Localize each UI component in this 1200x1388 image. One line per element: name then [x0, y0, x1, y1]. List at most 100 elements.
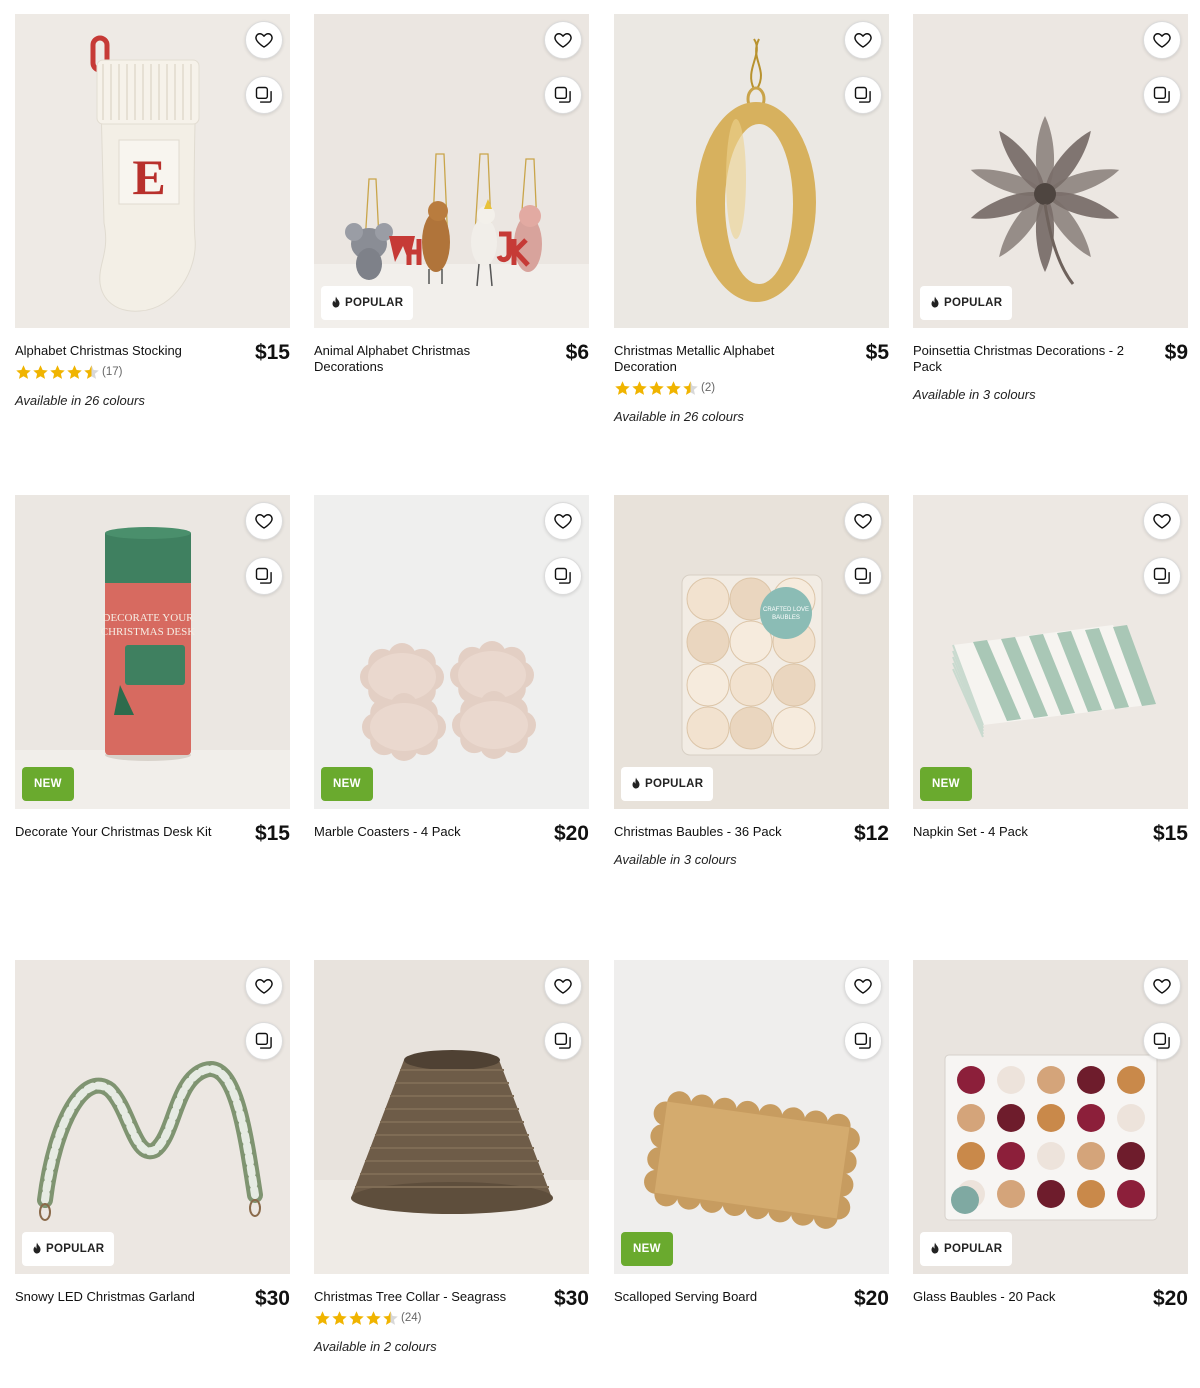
product-name[interactable]: Decorate Your Christmas Desk Kit: [15, 824, 235, 840]
new-badge: NEW: [22, 767, 74, 801]
heart-icon: [853, 511, 873, 531]
popular-badge: POPULAR: [920, 1232, 1013, 1266]
new-badge: NEW: [621, 1232, 673, 1266]
product-card[interactable]: CRAFTED LOVE BAUBLES POPULAR Christmas B…: [614, 495, 889, 867]
star-half-icon: [383, 1310, 398, 1325]
compare-icon: [1152, 85, 1172, 105]
wishlist-button[interactable]: [1143, 21, 1181, 59]
compare-icon: [1152, 1031, 1172, 1051]
product-image[interactable]: POPULAR: [913, 960, 1188, 1274]
product-image[interactable]: NEW: [314, 495, 589, 809]
product-image[interactable]: [314, 960, 589, 1274]
wishlist-button[interactable]: [844, 502, 882, 540]
product-name[interactable]: Scalloped Serving Board: [614, 1289, 834, 1305]
compare-button[interactable]: [245, 76, 283, 114]
product-card[interactable]: NEW Napkin Set - 4 Pack $15: [913, 495, 1188, 845]
product-info: Christmas Baubles - 36 Pack $12 Availabl…: [614, 809, 889, 867]
wishlist-button[interactable]: [245, 967, 283, 1005]
compare-button[interactable]: [245, 1022, 283, 1060]
star-icon: [632, 380, 647, 395]
star-icon: [615, 380, 630, 395]
product-image[interactable]: NEW: [913, 495, 1188, 809]
product-price: $20: [853, 1287, 889, 1310]
product-name[interactable]: Christmas Baubles - 36 Pack: [614, 824, 834, 840]
flame-icon: [631, 777, 641, 792]
product-card[interactable]: POPULAR Poinsettia Christmas Decorations…: [913, 14, 1188, 402]
heart-icon: [553, 30, 573, 50]
star-icon: [33, 364, 48, 379]
compare-button[interactable]: [844, 1022, 882, 1060]
popular-badge: POPULAR: [920, 286, 1013, 320]
product-name[interactable]: Christmas Tree Collar - Seagrass: [314, 1289, 534, 1305]
product-image[interactable]: POPULAR: [913, 14, 1188, 328]
svg-text:E: E: [132, 149, 165, 205]
product-name[interactable]: Napkin Set - 4 Pack: [913, 824, 1133, 840]
product-image[interactable]: NEW: [614, 960, 889, 1274]
compare-button[interactable]: [844, 557, 882, 595]
product-card[interactable]: POPULAR Snowy LED Christmas Garland $30: [15, 960, 290, 1310]
svg-text:CHRISTMAS DESK: CHRISTMAS DESK: [101, 626, 195, 638]
colour-availability: Available in 26 colours: [614, 409, 744, 424]
product-photo-garland: [15, 960, 290, 1274]
colour-availability: Available in 3 colours: [614, 852, 737, 867]
product-rating[interactable]: (24): [314, 1309, 589, 1327]
product-info: Scalloped Serving Board $20: [614, 1274, 889, 1310]
wishlist-button[interactable]: [544, 967, 582, 1005]
product-card[interactable]: Christmas Tree Collar - Seagrass $30 (24…: [314, 960, 589, 1354]
product-image[interactable]: DECORATE YOUR CHRISTMAS DESK NEW: [15, 495, 290, 809]
wishlist-button[interactable]: [844, 967, 882, 1005]
compare-button[interactable]: [544, 1022, 582, 1060]
compare-button[interactable]: [1143, 557, 1181, 595]
product-photo-serving-board: [614, 960, 889, 1274]
product-image[interactable]: E: [15, 14, 290, 328]
wishlist-button[interactable]: [544, 502, 582, 540]
star-icon: [50, 364, 65, 379]
compare-button[interactable]: [1143, 76, 1181, 114]
compare-icon: [553, 566, 573, 586]
heart-icon: [254, 976, 274, 996]
product-name[interactable]: Christmas Metallic Alphabet Decoration: [614, 343, 834, 375]
wishlist-button[interactable]: [844, 21, 882, 59]
product-image[interactable]: [614, 14, 889, 328]
wishlist-button[interactable]: [245, 502, 283, 540]
product-rating[interactable]: (17): [15, 363, 290, 381]
product-name[interactable]: Alphabet Christmas Stocking: [15, 343, 235, 359]
heart-icon: [1152, 30, 1172, 50]
product-price: $9: [1164, 341, 1188, 364]
product-card[interactable]: NEW Scalloped Serving Board $20: [614, 960, 889, 1310]
product-info: Alphabet Christmas Stocking $15 (17) Ava…: [15, 328, 290, 408]
wishlist-button[interactable]: [245, 21, 283, 59]
product-image[interactable]: POPULAR: [314, 14, 589, 328]
star-icon: [315, 1310, 330, 1325]
product-photo-animals: [314, 14, 589, 328]
wishlist-button[interactable]: [1143, 502, 1181, 540]
heart-icon: [853, 30, 873, 50]
compare-button[interactable]: [544, 76, 582, 114]
product-card[interactable]: E Alphabet Christmas Stocking $15 (17) A…: [15, 14, 290, 408]
compare-button[interactable]: [844, 76, 882, 114]
wishlist-button[interactable]: [544, 21, 582, 59]
product-card[interactable]: NEW Marble Coasters - 4 Pack $20: [314, 495, 589, 845]
compare-button[interactable]: [245, 557, 283, 595]
compare-button[interactable]: [544, 557, 582, 595]
product-image[interactable]: CRAFTED LOVE BAUBLES POPULAR: [614, 495, 889, 809]
star-icon: [366, 1310, 381, 1325]
product-card[interactable]: POPULAR Glass Baubles - 20 Pack $20: [913, 960, 1188, 1310]
product-name[interactable]: Snowy LED Christmas Garland: [15, 1289, 235, 1305]
heart-icon: [853, 976, 873, 996]
product-image[interactable]: POPULAR: [15, 960, 290, 1274]
product-card[interactable]: POPULAR Animal Alphabet Christmas Decora…: [314, 14, 589, 375]
product-card[interactable]: DECORATE YOUR CHRISTMAS DESK NEW Decorat…: [15, 495, 290, 845]
wishlist-button[interactable]: [1143, 967, 1181, 1005]
product-rating[interactable]: (2): [614, 379, 889, 397]
product-name[interactable]: Poinsettia Christmas Decorations - 2 Pac…: [913, 343, 1133, 375]
product-name[interactable]: Glass Baubles - 20 Pack: [913, 1289, 1133, 1305]
compare-button[interactable]: [1143, 1022, 1181, 1060]
product-name[interactable]: Animal Alphabet Christmas Decorations: [314, 343, 534, 375]
star-half-icon: [84, 364, 99, 379]
compare-icon: [1152, 566, 1172, 586]
svg-text:BAUBLES: BAUBLES: [772, 615, 800, 621]
product-card[interactable]: Christmas Metallic Alphabet Decoration $…: [614, 14, 889, 424]
product-name[interactable]: Marble Coasters - 4 Pack: [314, 824, 534, 840]
product-price: $20: [1152, 1287, 1188, 1310]
